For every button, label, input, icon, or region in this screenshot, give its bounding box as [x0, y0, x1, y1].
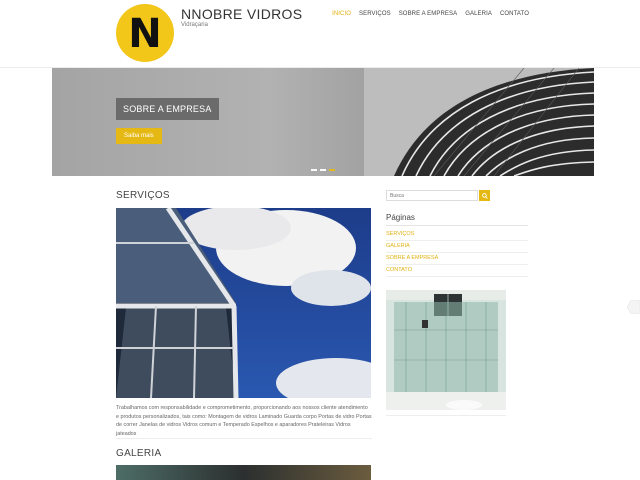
slider-dots — [311, 169, 335, 171]
slider-dot[interactable] — [311, 169, 317, 171]
nav-item-contato[interactable]: CONTATO — [500, 11, 529, 17]
nav-item-servicos[interactable]: SERVIÇOS — [359, 11, 391, 17]
site-header: N NNOBRE VIDROS Vidraçaria INICIO SERVIÇ… — [0, 0, 640, 68]
divider — [386, 415, 506, 416]
divider — [386, 225, 528, 226]
divider — [116, 438, 372, 439]
pages-link-contato[interactable]: CONTATO — [386, 265, 528, 277]
building-facade-image — [364, 68, 594, 176]
hero-slider[interactable]: SOBRE A EMPRESA Saiba mais — [52, 68, 594, 176]
pages-widget-title: Páginas — [386, 213, 415, 222]
pages-list: SERVIÇOS GALERIA SOBRE A EMPRESA CONTATO — [386, 229, 528, 277]
slide-title: SOBRE A EMPRESA — [116, 98, 219, 120]
nav-item-sobre-a-empresa[interactable]: SOBRE A EMPRESA — [399, 11, 458, 17]
logo-letter: N — [128, 11, 162, 57]
site-title[interactable]: NNOBRE VIDROS — [181, 6, 302, 22]
services-image — [116, 208, 371, 398]
nav-item-galeria[interactable]: GALERIA — [465, 11, 492, 17]
pages-link-sobre-a-empresa[interactable]: SOBRE A EMPRESA — [386, 253, 528, 265]
shower-glass-photo[interactable] — [386, 290, 506, 410]
search-button[interactable] — [479, 190, 490, 201]
saiba-mais-button[interactable]: Saiba mais — [116, 128, 162, 144]
scroll-to-top-icon[interactable] — [627, 300, 640, 314]
site-logo[interactable]: N — [116, 4, 174, 62]
pages-link-servicos[interactable]: SERVIÇOS — [386, 229, 528, 241]
services-description: Trabalhamos com responsabilidade e compr… — [116, 405, 372, 437]
search-icon — [481, 192, 488, 199]
nav-item-inicio[interactable]: INICIO — [332, 11, 351, 17]
pages-link-galeria[interactable]: GALERIA — [386, 241, 528, 253]
slider-dot[interactable] — [320, 169, 326, 171]
slider-dot-active[interactable] — [329, 169, 335, 171]
gallery-image[interactable] — [116, 465, 371, 480]
main-nav: INICIO SERVIÇOS SOBRE A EMPRESA GALERIA … — [332, 11, 529, 17]
site-tagline: Vidraçaria — [181, 22, 208, 28]
services-heading: SERVIÇOS — [116, 190, 170, 201]
gallery-heading: GALERIA — [116, 448, 162, 459]
search-input[interactable] — [386, 190, 478, 201]
